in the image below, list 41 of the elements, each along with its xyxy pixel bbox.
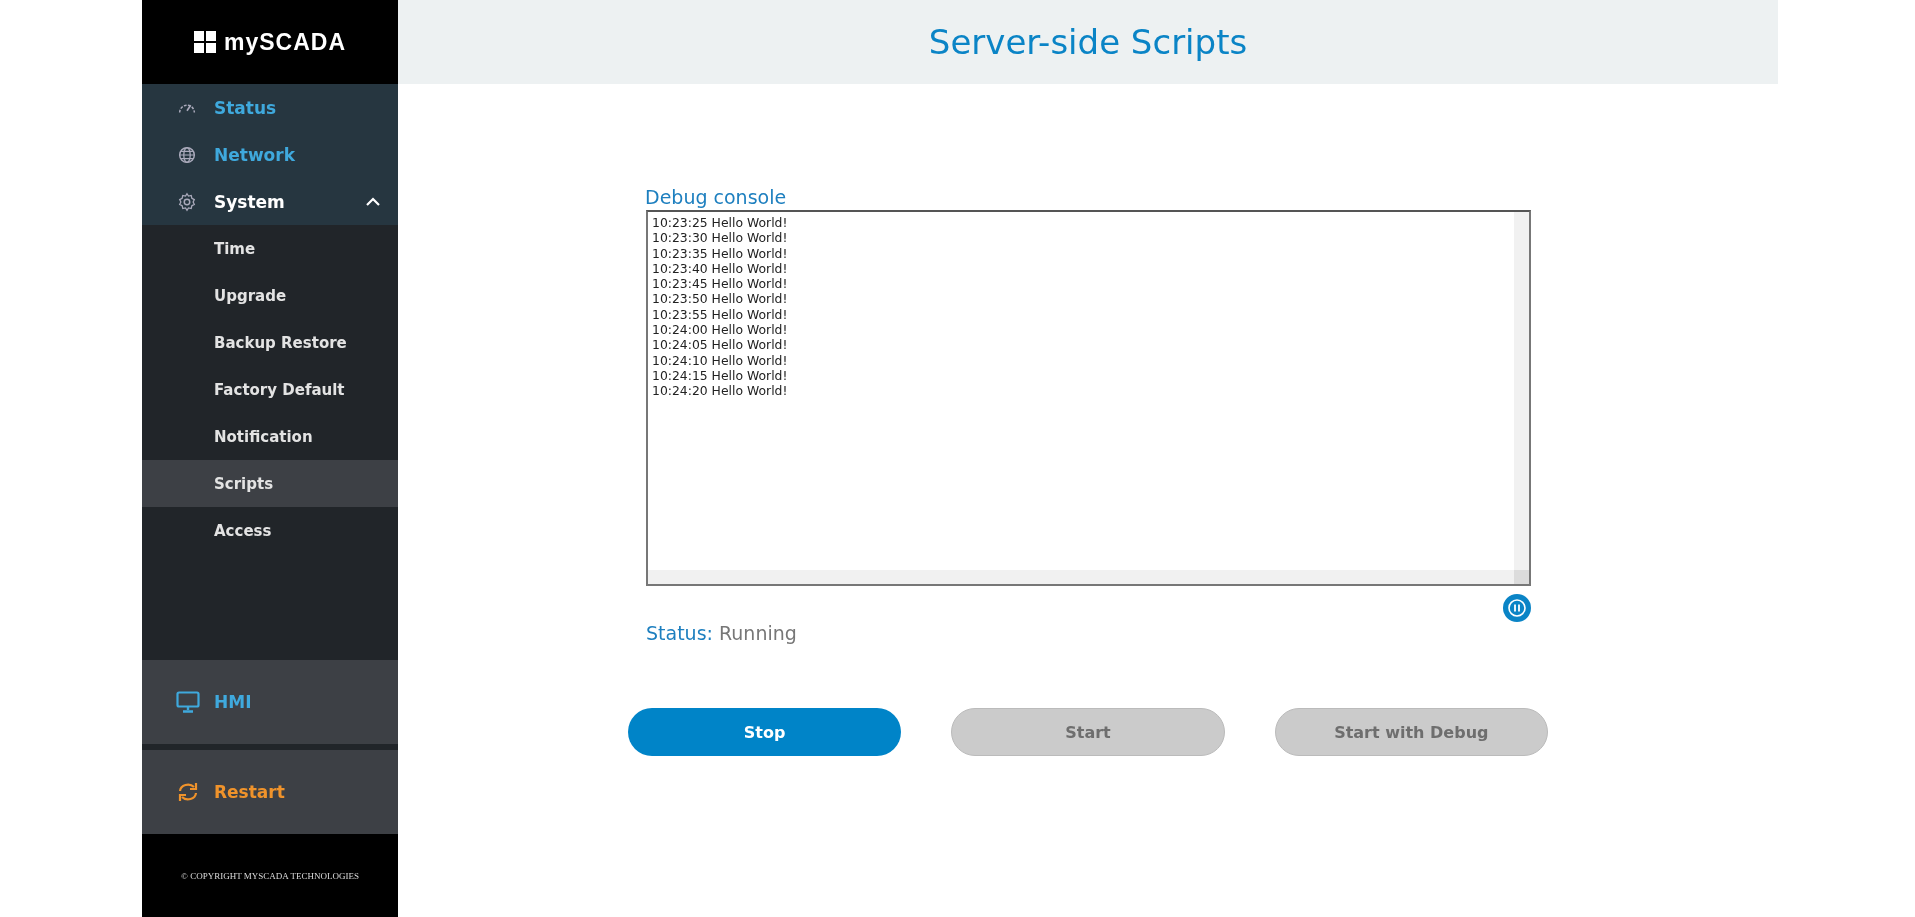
submenu-item[interactable]: Time bbox=[142, 225, 398, 272]
status-value: Running bbox=[718, 622, 797, 644]
page-title: Server-side Scripts bbox=[928, 22, 1248, 62]
submenu-item[interactable]: Notification bbox=[142, 413, 398, 460]
chevron-icon bbox=[366, 196, 380, 207]
vertical-scrollbar[interactable] bbox=[1514, 212, 1529, 570]
console-line: 10:24:20 Hello World! bbox=[652, 383, 788, 399]
console-line: 10:23:45 Hello World! bbox=[652, 276, 788, 292]
submenu-item[interactable]: Backup Restore bbox=[142, 319, 398, 366]
submenu-item[interactable]: Access bbox=[142, 507, 398, 554]
refresh-icon bbox=[176, 781, 200, 803]
monitor-icon bbox=[176, 691, 200, 713]
hmi-link[interactable]: HMI bbox=[142, 660, 398, 744]
console-line: 10:23:25 Hello World! bbox=[652, 215, 788, 231]
submenu-item[interactable]: Factory Default bbox=[142, 366, 398, 413]
status-label: Status: bbox=[646, 622, 713, 644]
console-line: 10:23:55 Hello World! bbox=[652, 306, 788, 323]
console-line: 10:23:30 Hello World! bbox=[652, 230, 788, 246]
script-button[interactable]: Stop bbox=[628, 708, 902, 756]
restart-link[interactable]: Restart bbox=[142, 750, 398, 834]
console-title: Debug console bbox=[645, 186, 787, 208]
console-line: 10:24:00 Hello World! bbox=[652, 322, 788, 338]
pause-button[interactable] bbox=[1503, 594, 1531, 622]
console-line: 10:23:35 Hello World! bbox=[652, 245, 788, 261]
gear-icon bbox=[176, 190, 198, 213]
nav-item[interactable]: Status bbox=[142, 84, 398, 131]
horizontal-scrollbar[interactable] bbox=[648, 570, 1514, 584]
console-line: 10:23:50 Hello World! bbox=[652, 291, 788, 307]
submenu-item[interactable]: Upgrade bbox=[142, 272, 398, 319]
copyright-text: © COPYRIGHT MYSCADA TECHNOLOGIES bbox=[181, 870, 359, 881]
logo-icon bbox=[194, 31, 216, 53]
console-line: 10:23:40 Hello World! bbox=[652, 260, 788, 277]
submenu-item[interactable]: Scripts bbox=[142, 460, 398, 507]
logo-text: mySCADA bbox=[224, 28, 346, 56]
console-line: 10:24:15 Hello World! bbox=[652, 367, 788, 384]
console-line: 10:24:05 Hello World! bbox=[652, 337, 788, 353]
console-line: 10:24:10 Hello World! bbox=[652, 352, 788, 368]
nav-item[interactable]: Network bbox=[142, 131, 398, 178]
debug-console[interactable] bbox=[646, 210, 1531, 586]
nav-item[interactable]: System bbox=[142, 178, 398, 225]
scrollbar-corner bbox=[1514, 570, 1529, 584]
